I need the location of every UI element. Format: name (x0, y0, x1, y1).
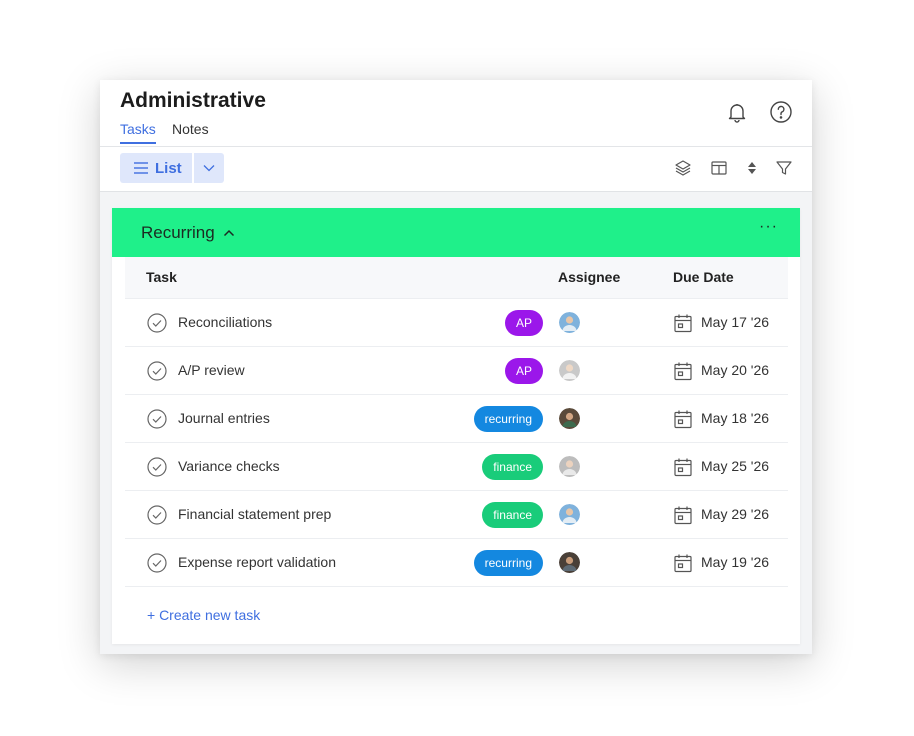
toolbar: List (100, 147, 812, 192)
view-dropdown-button[interactable] (194, 153, 224, 183)
sort-icon[interactable] (743, 159, 761, 177)
tag-badge: recurring (473, 550, 543, 576)
group-header: Recurring ··· (112, 208, 800, 257)
more-options-button[interactable]: ··· (759, 218, 778, 236)
checkmark-circle-icon[interactable] (147, 553, 167, 573)
due-date: May 18 '26 (701, 410, 770, 426)
calendar-icon (674, 554, 692, 573)
checkmark-circle-icon[interactable] (147, 505, 167, 525)
avatar[interactable] (559, 312, 580, 333)
view-label: List (155, 159, 182, 177)
filter-icon[interactable] (775, 159, 793, 177)
calendar-icon (674, 410, 692, 429)
table-row[interactable]: Financial statement prep finance May 29 … (125, 491, 788, 539)
column-header-due-date[interactable]: Due Date (673, 269, 734, 285)
checkmark-circle-icon[interactable] (147, 361, 167, 381)
calendar-icon (674, 458, 692, 477)
layers-icon[interactable] (674, 159, 692, 177)
group-toggle[interactable]: Recurring (141, 223, 235, 243)
calendar-icon (674, 506, 692, 525)
calendar-icon (674, 314, 692, 333)
avatar[interactable] (559, 360, 580, 381)
list-view-button[interactable]: List (120, 153, 192, 183)
tab-tasks[interactable]: Tasks (120, 121, 156, 137)
tab-notes[interactable]: Notes (172, 121, 209, 137)
task-table: Task Assignee Due Date Reconciliations A… (125, 257, 788, 587)
app-window: Administrative Tasks Notes List Recurrin… (100, 80, 812, 654)
due-date: May 17 '26 (701, 314, 770, 330)
table-header: Task Assignee Due Date (125, 257, 788, 299)
table-row[interactable]: Reconciliations AP May 17 '26 (125, 299, 788, 347)
columns-icon[interactable] (710, 159, 728, 177)
table-row[interactable]: Journal entries recurring May 18 '26 (125, 395, 788, 443)
task-group-panel: Recurring ··· Task Assignee Due Date Rec… (112, 208, 800, 644)
table-row[interactable]: A/P review AP May 20 '26 (125, 347, 788, 395)
due-date: May 29 '26 (701, 506, 770, 522)
avatar[interactable] (559, 504, 580, 525)
page-title: Administrative (120, 89, 266, 112)
create-task-link[interactable]: + Create new task (147, 607, 260, 623)
task-name: Financial statement prep (178, 506, 332, 522)
avatar[interactable] (559, 552, 580, 573)
column-header-task[interactable]: Task (146, 269, 177, 285)
column-header-assignee[interactable]: Assignee (558, 269, 620, 285)
chevron-down-icon (203, 165, 215, 172)
task-name: Expense report validation (178, 554, 336, 570)
due-date: May 20 '26 (701, 362, 770, 378)
table-row[interactable]: Expense report validation recurring May … (125, 539, 788, 587)
task-name: Journal entries (178, 410, 270, 426)
avatar[interactable] (559, 408, 580, 429)
chevron-up-icon (223, 229, 235, 237)
calendar-icon (674, 362, 692, 381)
tag-badge: recurring (473, 406, 543, 432)
bell-icon[interactable] (725, 100, 749, 124)
due-date: May 19 '26 (701, 554, 770, 570)
help-icon[interactable] (769, 100, 793, 124)
header: Administrative Tasks Notes (100, 80, 812, 147)
checkmark-circle-icon[interactable] (147, 409, 167, 429)
checkmark-circle-icon[interactable] (147, 313, 167, 333)
task-name: Variance checks (178, 458, 280, 474)
tag-badge: finance (482, 502, 543, 528)
avatar[interactable] (559, 456, 580, 477)
tag-badge: AP (504, 310, 543, 336)
active-tab-indicator (120, 142, 156, 144)
task-name: Reconciliations (178, 314, 273, 330)
due-date: May 25 '26 (701, 458, 770, 474)
list-icon (134, 162, 148, 174)
group-title: Recurring (141, 223, 215, 242)
tag-badge: AP (504, 358, 543, 384)
table-row[interactable]: Variance checks finance May 25 '26 (125, 443, 788, 491)
checkmark-circle-icon[interactable] (147, 457, 167, 477)
task-name: A/P review (178, 362, 245, 378)
tag-badge: finance (482, 454, 543, 480)
